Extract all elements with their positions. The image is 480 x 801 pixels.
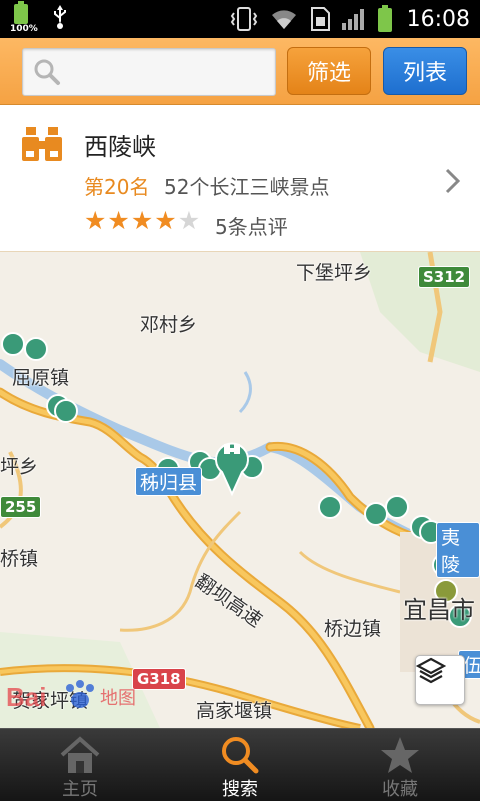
star-filled-icon: ★	[154, 206, 177, 235]
search-input[interactable]	[22, 48, 276, 96]
place-label: 宜昌市	[403, 596, 475, 624]
svg-text:Bai: Bai	[6, 682, 46, 712]
selected-poi-marker	[215, 442, 249, 497]
star-icon	[381, 737, 419, 773]
battery-icon	[377, 5, 393, 33]
usb-icon	[54, 5, 66, 29]
tab-label: 收藏	[382, 779, 418, 800]
review-count: 5条点评	[215, 215, 288, 239]
clock: 16:08	[406, 6, 470, 32]
filter-button[interactable]: 筛选	[287, 47, 371, 95]
chevron-right-icon	[445, 168, 461, 194]
tab-label: 搜索	[222, 779, 258, 800]
star-filled-icon: ★	[107, 206, 130, 235]
bottom-tab-bar: 主页 搜索 收藏	[0, 728, 480, 801]
search-icon	[222, 737, 259, 774]
sim-card-icon	[309, 6, 331, 32]
star-filled-icon: ★	[84, 206, 107, 235]
place-label: 桥镇	[0, 548, 39, 570]
place-label: 屈原镇	[12, 367, 70, 389]
status-bar: 100% 16:08	[0, 0, 480, 38]
signal-icon	[341, 7, 367, 31]
map-layers-button[interactable]	[415, 655, 465, 705]
road-shield: S312	[418, 266, 471, 288]
watermark-text: 地图	[100, 688, 136, 709]
battery-percent: 100%	[10, 24, 38, 34]
place-label: 邓村乡	[140, 314, 198, 336]
home-icon	[60, 736, 100, 773]
wifi-icon	[269, 7, 299, 31]
search-toolbar: 筛选 列表	[0, 38, 480, 105]
star-empty-icon: ★	[177, 206, 201, 235]
binoculars-icon	[22, 127, 62, 161]
tab-search[interactable]: 搜索	[160, 729, 320, 801]
county-label: 秭归县	[135, 467, 203, 496]
tab-favorites[interactable]: 收藏	[320, 729, 480, 801]
map-view[interactable]: 下堡坪乡 邓村乡 屈原镇 坪乡 桥镇 桥边镇 高家堰镇 宜昌市 贺家坪镇 翻坝高…	[0, 252, 480, 728]
tab-label: 主页	[62, 779, 98, 800]
poi-title: 西陵峡	[84, 133, 156, 161]
rating-stars: ★ ★ ★ ★ ★	[84, 208, 200, 234]
road-shield: 255	[0, 496, 42, 518]
map-markers	[1, 332, 472, 628]
place-label: 下堡坪乡	[296, 262, 373, 284]
place-label: 高家堰镇	[196, 700, 273, 722]
layers-icon	[416, 657, 446, 684]
county-label: 夷陵	[436, 522, 480, 578]
place-label: 坪乡	[0, 456, 39, 478]
list-button[interactable]: 列表	[383, 47, 467, 95]
poi-category: 52个长江三峡景点	[164, 175, 330, 199]
poi-card[interactable]: 西陵峡 第20名 52个长江三峡景点 ★ ★ ★ ★ ★ 5条点评	[0, 105, 480, 252]
tab-home[interactable]: 主页	[0, 729, 160, 801]
star-filled-icon: ★	[130, 206, 154, 235]
search-icon	[34, 59, 60, 85]
poi-rank: 第20名	[84, 175, 150, 199]
vibrate-icon	[229, 6, 259, 32]
battery-indicator-icon: 100%	[10, 1, 38, 34]
place-label: 桥边镇	[324, 618, 382, 640]
